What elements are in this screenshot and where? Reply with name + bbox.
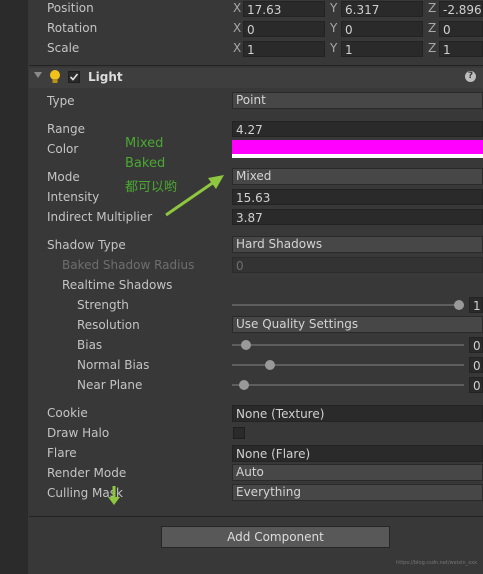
scale-z-axis: Z bbox=[428, 41, 437, 55]
light-enabled-checkbox[interactable] bbox=[68, 71, 80, 83]
annotation-line-1: Mixed bbox=[125, 136, 164, 151]
scale-x-field[interactable]: 1 bbox=[243, 41, 325, 57]
culling-mask-dropdown[interactable]: Everything bbox=[232, 484, 483, 501]
help-icon[interactable]: ? bbox=[465, 71, 476, 82]
checkmark-icon bbox=[69, 73, 79, 81]
shadow-type-label: Shadow Type bbox=[47, 238, 126, 252]
indirect-multiplier-field[interactable]: 3.87 bbox=[232, 209, 483, 225]
baked-shadow-radius-field: 0 bbox=[232, 257, 483, 273]
normal-bias-field[interactable]: 0. bbox=[469, 357, 483, 373]
resolution-dropdown[interactable]: Use Quality Settings bbox=[232, 316, 483, 333]
left-panel-edge bbox=[0, 0, 28, 574]
scale-label: Scale bbox=[47, 41, 80, 55]
cookie-field[interactable]: None (Texture) bbox=[232, 405, 483, 422]
range-label: Range bbox=[47, 122, 86, 136]
rotation-y-field[interactable]: 0 bbox=[341, 21, 423, 37]
render-mode-dropdown[interactable]: Auto bbox=[232, 464, 483, 481]
position-label: Position bbox=[47, 1, 94, 15]
light-title: Light bbox=[88, 70, 123, 84]
add-component-button[interactable]: Add Component bbox=[161, 526, 390, 548]
rotation-x-axis: X bbox=[233, 21, 242, 35]
annotation-arrow-icon bbox=[165, 175, 224, 217]
baked-shadow-radius-label: Baked Shadow Radius bbox=[62, 258, 195, 272]
flare-label: Flare bbox=[47, 446, 77, 460]
annotation-line-2: Baked bbox=[125, 156, 166, 171]
near-plane-slider-track[interactable] bbox=[232, 384, 464, 386]
strength-label: Strength bbox=[77, 298, 129, 312]
bias-field[interactable]: 0. bbox=[469, 337, 483, 353]
rotation-y-axis: Y bbox=[330, 21, 338, 35]
resolution-label: Resolution bbox=[77, 318, 140, 332]
foldout-arrow-icon[interactable] bbox=[34, 72, 42, 78]
position-z-field[interactable]: -2.896 bbox=[439, 1, 483, 17]
rotation-z-axis: Z bbox=[428, 21, 437, 35]
scale-y-field[interactable]: 1 bbox=[341, 41, 423, 57]
scale-x-axis: X bbox=[233, 41, 242, 55]
position-x-field[interactable]: 17.63 bbox=[243, 1, 325, 17]
mode-label: Mode bbox=[47, 170, 80, 184]
flare-field[interactable]: None (Flare) bbox=[232, 445, 483, 462]
near-plane-slider-knob[interactable] bbox=[238, 380, 249, 390]
annotation-down-arrow-icon bbox=[108, 486, 120, 505]
scale-z-field[interactable]: 1 bbox=[439, 41, 483, 57]
range-field[interactable]: 4.27 bbox=[232, 121, 483, 137]
color-field[interactable] bbox=[232, 140, 483, 158]
rotation-x-field[interactable]: 0 bbox=[243, 21, 325, 37]
color-label: Color bbox=[47, 142, 79, 156]
rotation-z-field[interactable]: 0 bbox=[439, 21, 483, 37]
render-mode-label: Render Mode bbox=[47, 466, 127, 480]
position-y-field[interactable]: 6.317 bbox=[341, 1, 423, 17]
light-bulb-icon bbox=[50, 70, 60, 83]
bias-slider-knob[interactable] bbox=[240, 340, 251, 350]
cookie-label: Cookie bbox=[47, 406, 88, 420]
type-dropdown[interactable]: Point bbox=[232, 92, 483, 109]
scale-y-axis: Y bbox=[330, 41, 338, 55]
intensity-label: Intensity bbox=[47, 190, 100, 204]
watermark: https://blog.csdn.net/weixin_xxx bbox=[396, 560, 477, 566]
color-swatch bbox=[232, 140, 483, 154]
mode-dropdown[interactable]: Mixed bbox=[232, 168, 483, 185]
bias-label: Bias bbox=[77, 338, 103, 352]
shadow-type-dropdown[interactable]: Hard Shadows bbox=[232, 236, 483, 253]
position-x-axis: X bbox=[233, 1, 242, 15]
position-y-axis: Y bbox=[330, 1, 338, 15]
draw-halo-label: Draw Halo bbox=[47, 426, 110, 440]
draw-halo-checkbox[interactable] bbox=[233, 427, 245, 439]
intensity-field[interactable]: 15.63 bbox=[232, 189, 483, 205]
near-plane-field[interactable]: 0. bbox=[469, 377, 483, 393]
strength-slider-track[interactable] bbox=[232, 304, 464, 306]
strength-slider-knob[interactable] bbox=[454, 300, 464, 310]
bias-slider-track[interactable] bbox=[232, 344, 464, 346]
rotation-label: Rotation bbox=[47, 21, 98, 35]
normal-bias-label: Normal Bias bbox=[77, 358, 150, 372]
position-z-axis: Z bbox=[428, 1, 437, 15]
bottom-separator bbox=[29, 516, 483, 517]
indirect-multiplier-label: Indirect Multiplier bbox=[47, 210, 153, 224]
type-label: Type bbox=[47, 94, 75, 108]
realtime-shadows-label: Realtime Shadows bbox=[62, 278, 173, 292]
near-plane-label: Near Plane bbox=[77, 378, 143, 392]
component-separator bbox=[29, 65, 483, 66]
strength-field[interactable]: 1 bbox=[469, 297, 483, 313]
